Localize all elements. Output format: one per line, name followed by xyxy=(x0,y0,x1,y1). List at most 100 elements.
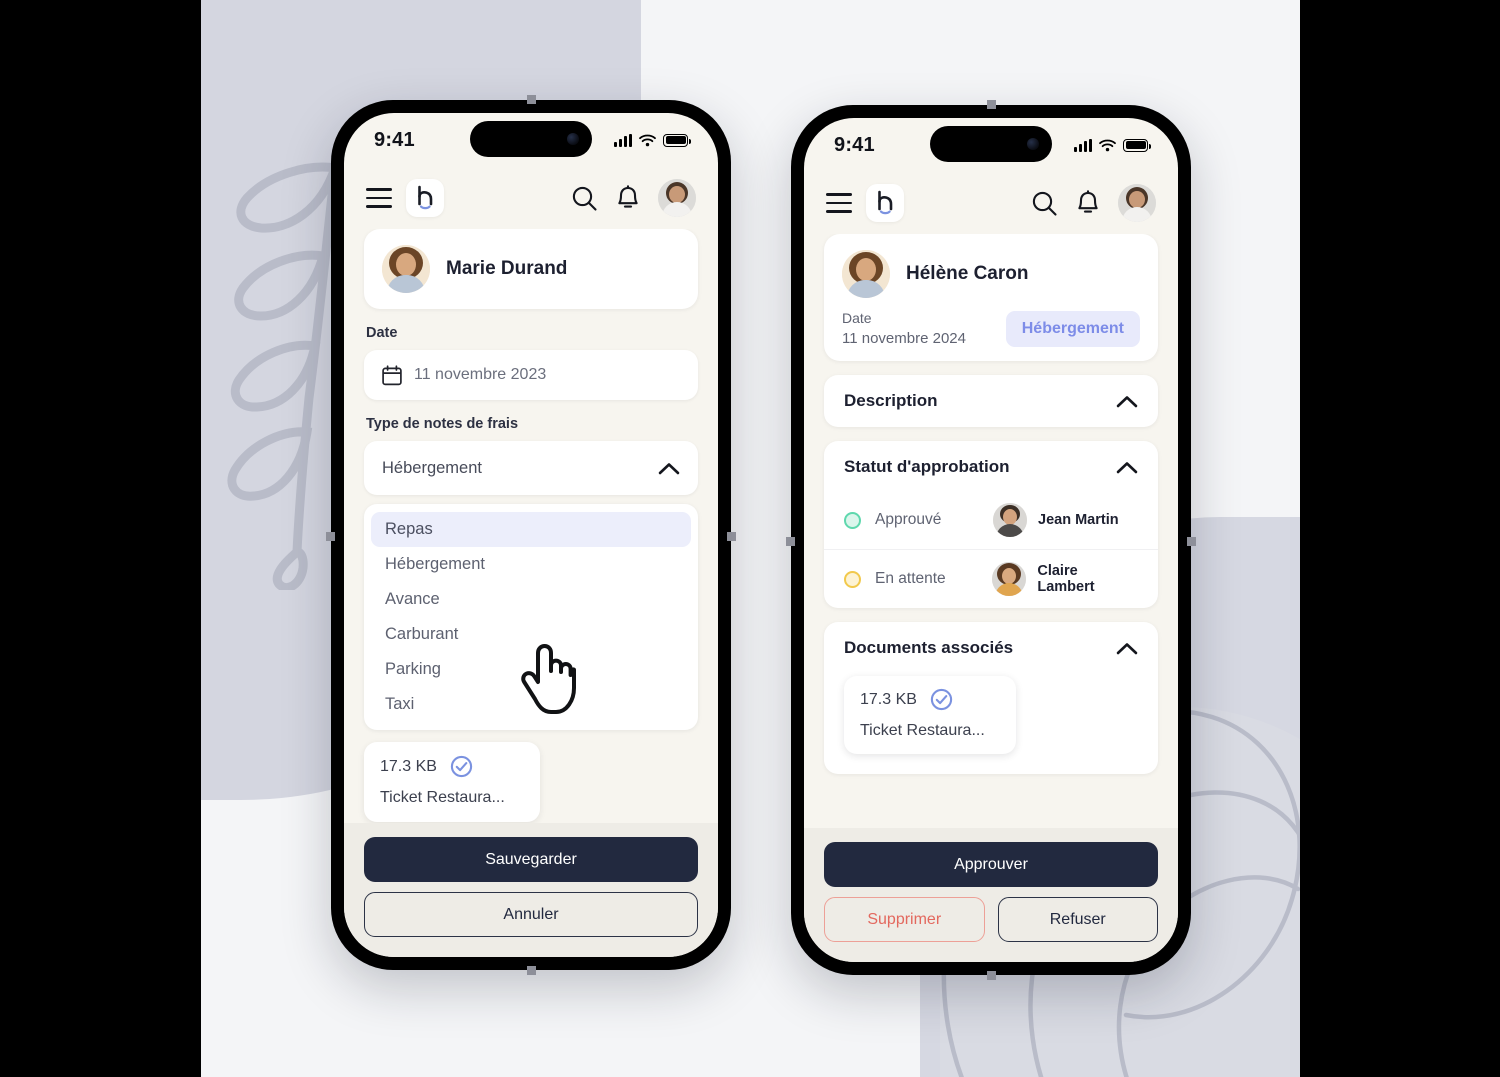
date-field-label: Date xyxy=(366,325,398,341)
phone2-footer: Approuver Supprimer Refuser xyxy=(804,828,1178,962)
h-logo-icon[interactable] xyxy=(406,179,444,217)
refuse-button[interactable]: Refuser xyxy=(997,897,1158,942)
notification-bell-icon[interactable] xyxy=(616,184,640,212)
selection-handle-bottom[interactable] xyxy=(527,966,536,975)
calendar-icon xyxy=(382,364,402,385)
document-name: Ticket Restaura... xyxy=(380,789,505,806)
selection-handle-left-2[interactable] xyxy=(786,537,795,546)
expense-type-select[interactable]: Hébergement xyxy=(364,441,698,495)
user-avatar-icon-2[interactable] xyxy=(1118,184,1156,222)
requester-name: Hélène Caron xyxy=(906,263,1029,284)
save-button[interactable]: Sauvegarder xyxy=(364,837,698,882)
notification-bell-icon-2[interactable] xyxy=(1076,189,1100,217)
phone1-app-bar-actions xyxy=(571,179,696,217)
check-circle-icon-2 xyxy=(930,688,953,711)
status-time-2: 9:41 xyxy=(834,133,875,156)
chevron-up-icon-description[interactable] xyxy=(1116,395,1138,408)
expense-type-badge: Hébergement xyxy=(1005,310,1140,347)
documents-section-body: 17.3 KB Ticket Restaura... xyxy=(824,674,1158,774)
date-input[interactable]: 11 novembre 2023 xyxy=(364,350,698,400)
status-indicators-2 xyxy=(1074,138,1151,152)
hamburger-menu-icon-2[interactable] xyxy=(826,193,852,213)
dropdown-option-repas[interactable]: Repas xyxy=(371,512,691,547)
approval-status-section: Statut d'approbation Approuvé Jean Marti… xyxy=(824,441,1158,608)
dynamic-island-2 xyxy=(930,126,1052,162)
expense-header-meta: Date 11 novembre 2024 Hébergement xyxy=(842,310,1140,347)
employee-avatar xyxy=(382,245,430,293)
dropdown-option-parking[interactable]: Parking xyxy=(371,652,691,687)
status-indicators xyxy=(614,133,691,147)
check-circle-icon xyxy=(450,755,473,778)
chevron-up-icon xyxy=(658,462,680,474)
employee-card: Marie Durand xyxy=(364,229,698,309)
status-time: 9:41 xyxy=(374,128,415,151)
user-avatar-icon[interactable] xyxy=(658,179,696,217)
phone1-status-bar: 9:41 xyxy=(344,113,718,167)
dropdown-option-carburant[interactable]: Carburant xyxy=(371,617,691,652)
approval-status-label-1: Approuvé xyxy=(875,511,942,528)
document-size-row: 17.3 KB xyxy=(380,755,524,778)
h-logo-icon-2[interactable] xyxy=(866,184,904,222)
document-name-2: Ticket Restaura... xyxy=(860,722,985,739)
documents-section-header[interactable]: Documents associés xyxy=(824,622,1158,674)
selection-handle-bottom-2[interactable] xyxy=(987,971,996,980)
attached-document-card-2[interactable]: 17.3 KB Ticket Restaura... xyxy=(844,676,1016,754)
status-dot-pending xyxy=(844,570,861,588)
documents-section: Documents associés 17.3 KB Ticket Restau… xyxy=(824,622,1158,774)
chevron-up-icon-approval[interactable] xyxy=(1116,461,1138,474)
selection-handle-top[interactable] xyxy=(527,95,536,104)
approver-name-1: Jean Martin xyxy=(1038,512,1119,528)
attached-document-card[interactable]: 17.3 KB Ticket Restaura... xyxy=(364,742,540,822)
front-camera-icon xyxy=(567,133,579,145)
phone2-app-bar-actions xyxy=(1031,184,1156,222)
document-size-row-2: 17.3 KB xyxy=(860,688,1000,711)
dropdown-option-taxi[interactable]: Taxi xyxy=(371,687,691,722)
selection-handle-right[interactable] xyxy=(727,532,736,541)
selection-handle-right-2[interactable] xyxy=(1187,537,1196,546)
dropdown-option-avance[interactable]: Avance xyxy=(371,582,691,617)
search-icon-2[interactable] xyxy=(1031,190,1058,217)
dropdown-option-hebergement[interactable]: Hébergement xyxy=(371,547,691,582)
selection-handle-top-2[interactable] xyxy=(987,100,996,109)
delete-button[interactable]: Supprimer xyxy=(824,897,985,942)
approve-button[interactable]: Approuver xyxy=(824,842,1158,887)
description-section-header[interactable]: Description xyxy=(824,375,1158,427)
phone2-secondary-actions: Supprimer Refuser xyxy=(824,897,1158,942)
phone2-screen: 9:41 Hélène Caron Date 11 novembre 2024 … xyxy=(804,118,1178,962)
phone-mockup-expense-detail: 9:41 Hélène Caron Date 11 novembre 2024 … xyxy=(786,100,1196,980)
approver-avatar-1 xyxy=(993,503,1027,537)
document-size-2: 17.3 KB xyxy=(860,690,917,708)
phone2-status-bar: 9:41 xyxy=(804,118,1178,172)
approval-row-pending: En attente Claire Lambert xyxy=(824,549,1158,608)
search-icon[interactable] xyxy=(571,185,598,212)
phone1-screen: 9:41 Marie Durand Date 11 novembre 2023 … xyxy=(344,113,718,957)
description-section: Description xyxy=(824,375,1158,427)
approval-section-title: Statut d'approbation xyxy=(844,457,1010,476)
document-size: 17.3 KB xyxy=(380,757,437,775)
approval-section-header[interactable]: Statut d'approbation xyxy=(824,441,1158,493)
approval-row-approved: Approuvé Jean Martin xyxy=(824,493,1158,549)
type-field-label: Type de notes de frais xyxy=(366,416,519,432)
approver-2: Claire Lambert xyxy=(992,562,1138,596)
expense-header-top: Hélène Caron xyxy=(842,250,1140,298)
chevron-up-icon-documents[interactable] xyxy=(1116,642,1138,655)
front-camera-icon-2 xyxy=(1027,138,1039,150)
documents-section-title: Documents associés xyxy=(844,638,1014,657)
expense-date-value: 11 novembre 2024 xyxy=(842,330,966,347)
approval-status-label-2: En attente xyxy=(875,570,946,587)
expense-type-dropdown[interactable]: Repas Hébergement Avance Carburant Parki… xyxy=(364,504,698,730)
approver-1: Jean Martin xyxy=(993,503,1119,537)
wifi-icon xyxy=(639,134,656,146)
design-canvas: 9:41 Marie Durand Date 11 novembre 2023 … xyxy=(201,0,1300,1077)
battery-full-icon-2 xyxy=(1123,138,1151,152)
date-input-value: 11 novembre 2023 xyxy=(414,366,547,383)
approver-avatar-2 xyxy=(992,562,1027,596)
phone1-footer: Sauvegarder Annuler xyxy=(344,823,718,957)
cancel-button[interactable]: Annuler xyxy=(364,892,698,937)
phone2-app-bar xyxy=(804,172,1178,234)
dynamic-island xyxy=(470,121,592,157)
wifi-icon-2 xyxy=(1099,139,1116,151)
phone-mockup-expense-form: 9:41 Marie Durand Date 11 novembre 2023 … xyxy=(326,95,736,975)
selection-handle-left[interactable] xyxy=(326,532,335,541)
hamburger-menu-icon[interactable] xyxy=(366,188,392,208)
